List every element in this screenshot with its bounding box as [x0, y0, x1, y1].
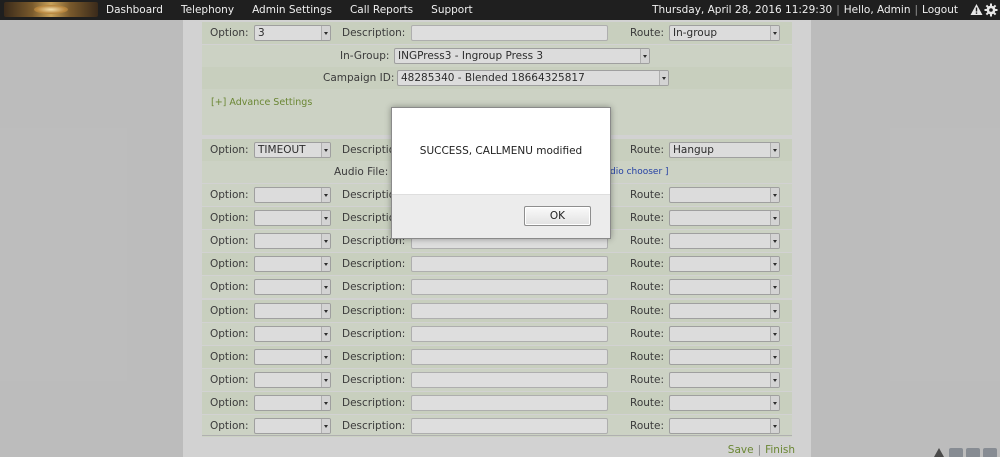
main-nav: Dashboard Telephony Admin Settings Call … — [106, 0, 491, 20]
gear-icon[interactable] — [984, 3, 998, 17]
dialog-message: SUCCESS, CALLMENU modified — [419, 145, 583, 157]
current-datetime: Thursday, April 28, 2016 11:29:30 — [652, 4, 833, 16]
logout-link[interactable]: Logout — [922, 4, 958, 16]
nav-call-reports[interactable]: Call Reports — [350, 0, 422, 20]
greeting-link[interactable]: Hello, Admin — [844, 4, 911, 16]
dialog-footer: OK — [392, 194, 610, 238]
user-info: Thursday, April 28, 2016 11:29:30 | Hello,… — [652, 4, 958, 16]
app-logo[interactable] — [4, 2, 98, 17]
nav-support[interactable]: Support — [431, 0, 482, 20]
nav-dashboard[interactable]: Dashboard — [106, 0, 172, 20]
warning-icon[interactable] — [970, 3, 983, 16]
nav-telephony[interactable]: Telephony — [181, 0, 243, 20]
dialog-body: SUCCESS, CALLMENU modified — [392, 108, 610, 194]
top-navigation-bar: Dashboard Telephony Admin Settings Call … — [0, 0, 1000, 20]
success-dialog: SUCCESS, CALLMENU modified OK — [391, 107, 611, 239]
nav-admin-settings[interactable]: Admin Settings — [252, 0, 341, 20]
ok-button[interactable]: OK — [524, 206, 591, 226]
